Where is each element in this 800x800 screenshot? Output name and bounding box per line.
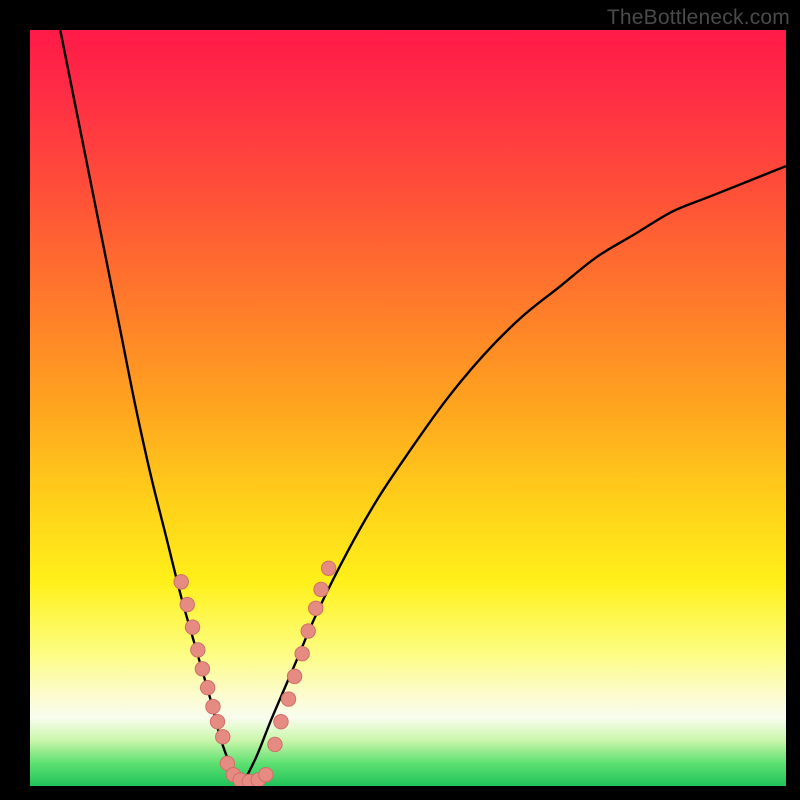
watermark-text: TheBottleneck.com: [607, 6, 790, 30]
data-marker: [281, 692, 295, 706]
data-marker: [185, 620, 199, 634]
data-marker: [174, 575, 188, 589]
marker-group: [174, 561, 336, 786]
data-marker: [274, 715, 288, 729]
chart-container: TheBottleneck.com: [0, 0, 800, 800]
data-marker: [210, 715, 224, 729]
data-marker: [314, 582, 328, 596]
data-marker: [216, 730, 230, 744]
data-marker: [206, 699, 220, 713]
data-marker: [200, 681, 214, 695]
data-marker: [180, 597, 194, 611]
data-marker: [287, 669, 301, 683]
curve-left-branch: [60, 30, 241, 786]
data-marker: [268, 737, 282, 751]
data-marker: [195, 662, 209, 676]
data-marker: [191, 643, 205, 657]
data-marker: [309, 601, 323, 615]
plot-area: [30, 30, 786, 786]
curve-right-branch: [242, 166, 786, 786]
data-marker: [259, 767, 273, 781]
data-marker: [301, 624, 315, 638]
data-marker: [321, 561, 335, 575]
curve-layer: [30, 30, 786, 786]
data-marker: [295, 647, 309, 661]
